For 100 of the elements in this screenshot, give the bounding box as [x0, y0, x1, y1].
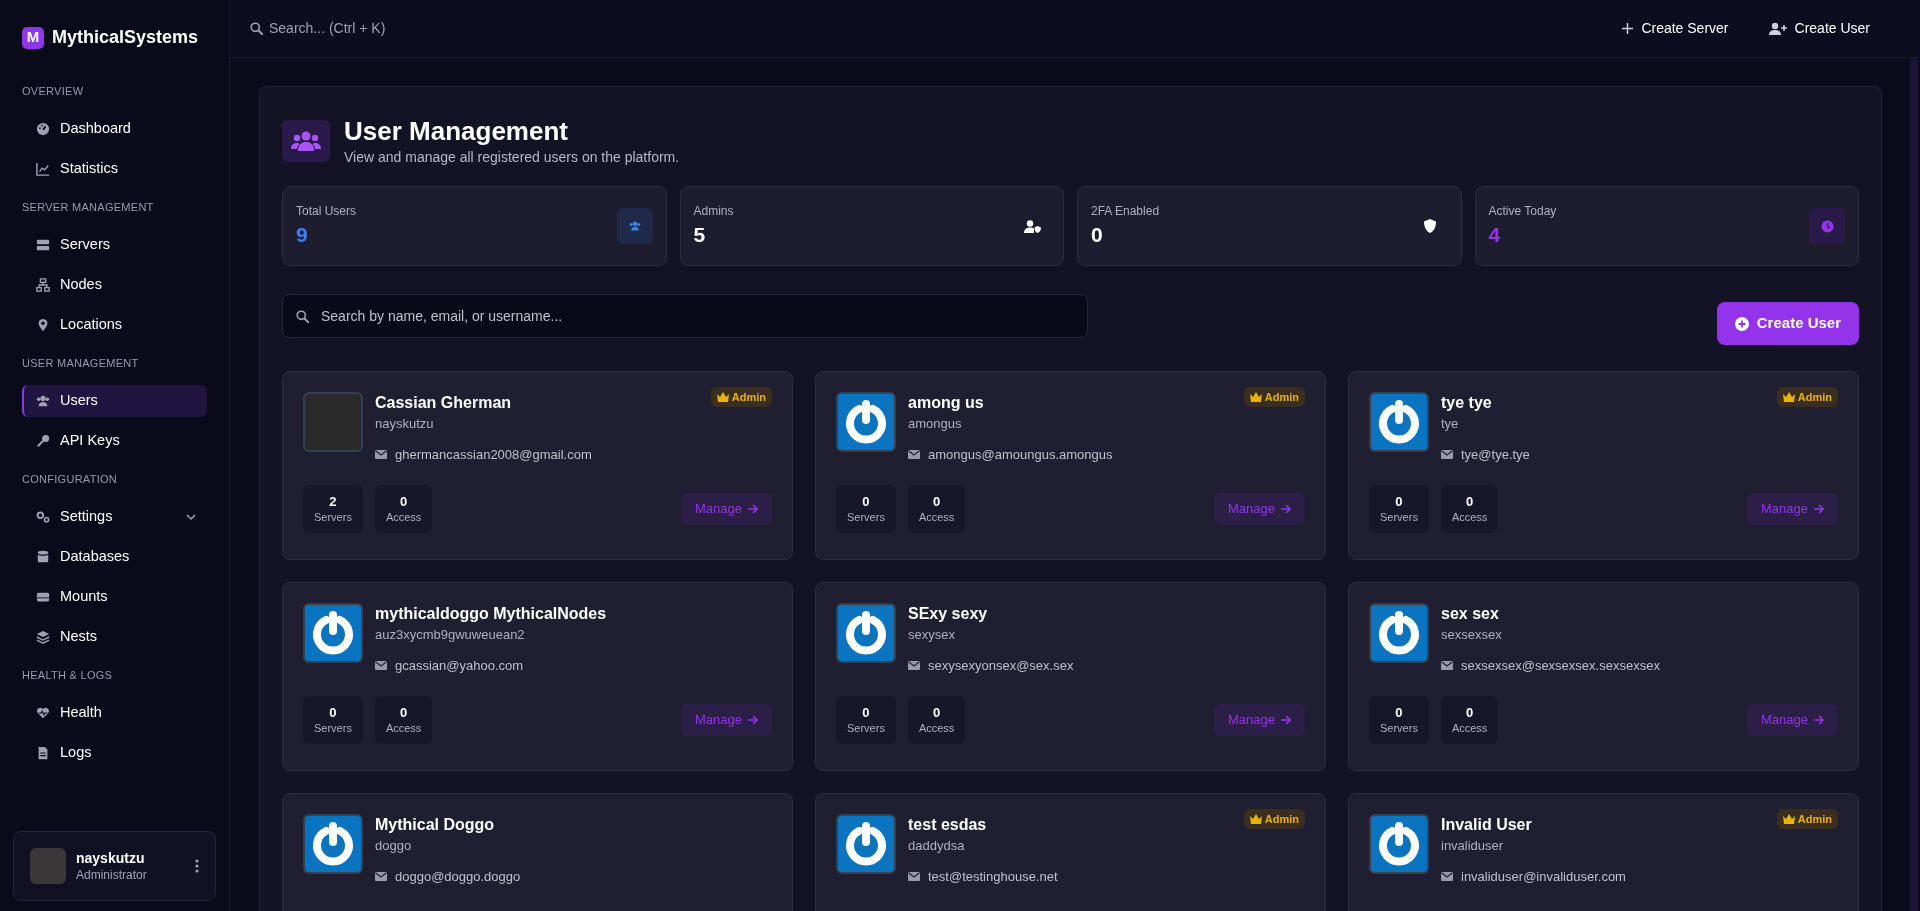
servers-count: 0 Servers [836, 695, 896, 744]
access-count: 0 Access [1440, 484, 1499, 533]
section-heading: SERVER MANAGEMENT [21, 200, 155, 214]
power-avatar-icon [836, 603, 896, 663]
user-plus-icon [1768, 22, 1787, 35]
user-card[interactable]: sex sex sexsexsex sexsexsex@sexsexsex.sexsexsex 0 Servers 0 Access Manage [1348, 582, 1859, 771]
sidebar-item[interactable]: Users [22, 385, 207, 417]
sidebar-item[interactable]: Databases [22, 541, 207, 573]
user-card[interactable]: among us amongus amongus@amoungus.amongus Admin 0 Servers 0 Access Manage [815, 371, 1326, 560]
servers-count: 0 Servers [1369, 484, 1429, 533]
user-email: doggo@doggo.doggo [395, 868, 521, 886]
user-card[interactable]: Mythical Doggo doggo doggo@doggo.doggo [282, 793, 793, 911]
sidebar-item[interactable]: Servers [22, 229, 207, 261]
section-heading: OVERVIEW [21, 84, 85, 98]
create-user-button[interactable]: Create User [1768, 18, 1870, 39]
user-email: sexsexsex@sexsexsex.sexsexsex [1461, 657, 1660, 675]
user-name: test esdas [908, 815, 988, 835]
profile-name: nayskutzu [76, 849, 146, 867]
user-name: mythicaldoggo MythicalNodes [375, 604, 607, 624]
servers-count: 2 Servers [303, 484, 363, 533]
user-card[interactable]: Cassian Gherman nayskutzu ghermancassian2008@gmail.com Admin 2 Servers 0 Access Manage [282, 371, 793, 560]
username: auz3xycmb9gwuweuean2 [375, 626, 526, 644]
user-email: ghermancassian2008@gmail.com [395, 446, 592, 464]
crown-icon [1782, 392, 1795, 402]
section-heading: CONFIGURATION [21, 472, 119, 486]
user-name: Mythical Doggo [375, 815, 496, 835]
crown-icon [716, 392, 729, 402]
more-icon[interactable] [195, 859, 199, 873]
sidebar-item[interactable]: Settings [22, 501, 207, 533]
user-name: sex sex [1441, 604, 1500, 624]
username: sexysex [908, 626, 956, 644]
section-heading: USER MANAGEMENT [21, 356, 140, 370]
user-name: Invalid User [1441, 815, 1533, 835]
sidebar-item[interactable]: Mounts [22, 581, 207, 613]
sidebar-item[interactable]: API Keys [22, 425, 207, 457]
power-avatar-icon [303, 814, 363, 874]
envelope-icon [908, 661, 920, 671]
power-avatar-icon [1369, 603, 1429, 663]
section-heading: HEALTH & LOGS [21, 668, 114, 682]
brand-name: MythicalSystems [52, 26, 199, 49]
access-count: 0 Access [907, 695, 966, 744]
arrow-right-icon [1814, 503, 1824, 514]
users-icon [36, 394, 50, 408]
access-count: 0 Access [1440, 695, 1499, 744]
stat-value: 5 [693, 222, 707, 248]
user-card[interactable]: Invalid User invaliduser invaliduser@invaliduser.com Admin [1348, 793, 1859, 911]
user-email: test@testinghouse.net [928, 868, 1058, 886]
line-chart-icon [36, 162, 50, 176]
key-icon [36, 434, 50, 448]
document-icon [36, 746, 50, 760]
plus-icon [1622, 23, 1634, 34]
user-email: sexysexyonsex@sex.sex [928, 657, 1074, 675]
scrollbar[interactable] [1910, 58, 1918, 911]
create-user-button[interactable]: Create User [1716, 302, 1859, 345]
power-avatar-icon [303, 603, 363, 663]
user-name: tye tye [1441, 393, 1493, 413]
sidebar-item[interactable]: Nests [22, 621, 207, 653]
layers-icon [36, 630, 50, 644]
users-icon [616, 208, 653, 244]
stat-value: 0 [1091, 222, 1104, 248]
page-subtitle: View and manage all registered users on the platform. [344, 148, 680, 167]
profile-card[interactable]: nayskutzu Administrator [13, 831, 216, 901]
admin-badge: Admin [1776, 387, 1838, 407]
user-email: gcassian@yahoo.com [395, 657, 524, 675]
sidebar-item[interactable]: Logs [22, 737, 207, 769]
sidebar-item[interactable]: Dashboard [22, 113, 207, 145]
gears-icon [36, 510, 50, 524]
username: sexsexsex [1441, 626, 1503, 644]
user-shield-icon [1023, 219, 1041, 233]
user-card[interactable]: test esdas daddydsa test@testinghouse.net Admin [815, 793, 1326, 911]
admin-badge: Admin [1243, 387, 1305, 407]
arrow-right-icon [748, 714, 758, 725]
user-search-field[interactable]: Search by name, email, or username... [282, 293, 1088, 338]
users-icon [282, 120, 330, 162]
envelope-icon [375, 872, 387, 882]
sidebar-item[interactable]: Statistics [22, 153, 207, 185]
admin-badge: Admin [1243, 809, 1305, 829]
database-icon [36, 550, 50, 564]
user-card[interactable]: tye tye tye tye@tye.tye Admin 0 Servers 0 Access Manage [1348, 371, 1859, 560]
user-card[interactable]: SExy sexy sexysex sexysexyonsex@sex.sex 0 Servers 0 Access Manage [815, 582, 1326, 771]
heartbeat-icon [36, 706, 50, 720]
create-server-button[interactable]: Create Server [1622, 18, 1729, 39]
avatar-photo-placeholder [303, 392, 363, 452]
envelope-icon [1441, 872, 1453, 882]
sidebar-item[interactable]: Health [22, 697, 207, 729]
user-card[interactable]: mythicaldoggo MythicalNodes auz3xycmb9gwuweuean2 gcassian@yahoo.com 0 Servers 0 Access Manage [282, 582, 793, 771]
page-title: User Management [344, 115, 569, 147]
global-search[interactable]: Search... (Ctrl + K) [250, 18, 386, 39]
stat-label: 2FA Enabled [1091, 203, 1161, 219]
envelope-icon [908, 450, 920, 460]
sidebar-item[interactable]: Nodes [22, 269, 207, 301]
server-icon [36, 238, 50, 252]
stat-label: Active Today [1488, 203, 1558, 219]
username: daddydsa [908, 837, 966, 855]
envelope-icon [908, 872, 920, 882]
username: invaliduser [1441, 837, 1505, 855]
envelope-icon [375, 450, 387, 460]
arrow-right-icon [748, 503, 758, 514]
sidebar-item[interactable]: Locations [22, 309, 207, 341]
envelope-icon [375, 661, 387, 671]
